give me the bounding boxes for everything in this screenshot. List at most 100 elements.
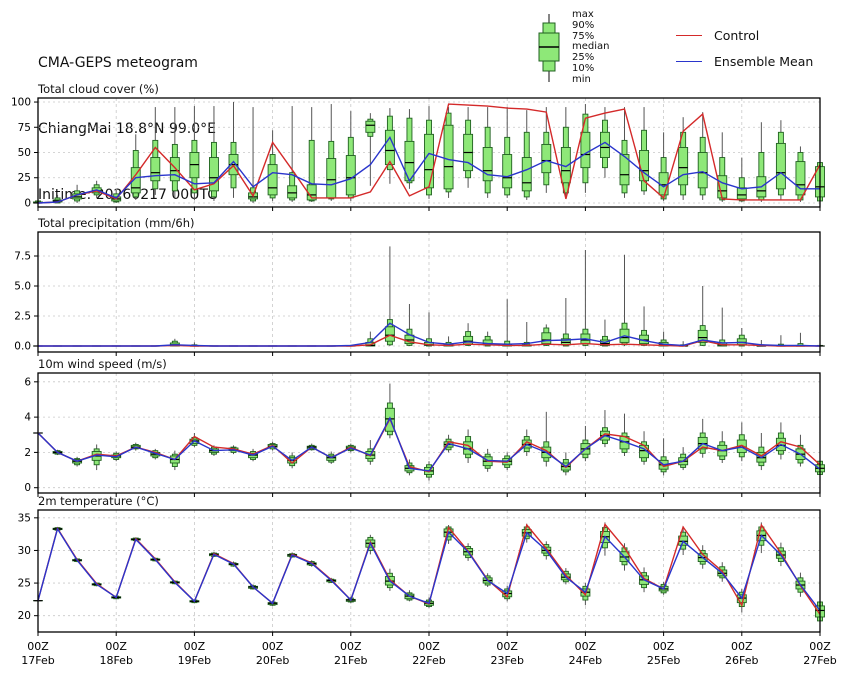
x-tick-label: 19Feb (178, 654, 211, 667)
box-plot-step (307, 107, 316, 202)
x-tick-label: 22Feb (412, 654, 445, 667)
box-plot-step (346, 111, 355, 201)
box-plot-step (757, 122, 766, 202)
box-plot-step (776, 335, 785, 346)
box-plot-step (522, 110, 531, 200)
x-tick-label: 25Feb (647, 654, 680, 667)
p25-p75-box (503, 155, 512, 188)
box-plot-step (776, 422, 785, 459)
x-tick-label: 00Z (731, 640, 753, 653)
y-tick-label: 7.5 (14, 251, 31, 263)
y-tick-label: 50 (18, 147, 31, 159)
box-plot-step (405, 304, 414, 346)
box-plot-step (464, 107, 473, 188)
box-plot-step (620, 255, 629, 346)
box-plot-step (698, 419, 707, 458)
y-tick-label: 4 (24, 412, 31, 424)
y-tick-label: 2 (24, 447, 31, 459)
box-plot-step (131, 134, 140, 200)
y-tick-label: 6 (24, 376, 31, 388)
x-tick-label: 17Feb (21, 654, 54, 667)
x-tick-label: 00Z (575, 640, 597, 653)
p25-p75-box (268, 165, 277, 195)
box-plot-step (737, 158, 746, 202)
y-tick-label: 0 (24, 197, 31, 209)
box-plot-step (444, 107, 453, 198)
panel-total-precipitation: 0.02.55.07.5 (14, 232, 824, 356)
panel-total-cloud-cover: 0 25 50 75 100 (11, 97, 825, 211)
y-tick-label: 75 (18, 122, 31, 134)
x-tick-label: 00Z (418, 640, 440, 653)
x-tick-label: 20Feb (256, 654, 289, 667)
y-tick-label: 30 (18, 545, 31, 557)
p25-p75-box (170, 158, 179, 181)
p25-p75-box (679, 147, 688, 184)
p25-p75-box (796, 162, 805, 195)
x-tick-label: 23Feb (490, 654, 523, 667)
box-plot-step (366, 113, 375, 186)
p25-p75-box (698, 153, 707, 188)
box-plot-step (600, 410, 609, 447)
box-plot-step (92, 444, 101, 470)
box-plot-step (522, 322, 531, 346)
box-plot-step (385, 384, 394, 439)
p25-p75-box (288, 186, 297, 198)
p25-p75-box (581, 132, 590, 167)
box-plot-step (366, 440, 375, 465)
box-plot-step (679, 117, 688, 200)
x-tick-label: 00Z (27, 640, 49, 653)
box-plot-step (209, 106, 218, 201)
x-tick-label: 00Z (340, 640, 362, 653)
y-tick-label: 0.0 (14, 341, 31, 353)
box-plot-step (776, 120, 785, 200)
box-plot-step (718, 308, 727, 346)
y-tick-label: 35 (18, 512, 31, 524)
meteogram-figure: CMA-GEPS meteogram ChiangMai 18.8°N 99.0… (0, 0, 841, 680)
box-plot-step (796, 333, 805, 346)
x-tick-label: 00Z (653, 640, 675, 653)
p25-p75-box (209, 158, 218, 191)
y-tick-label: 20 (18, 610, 31, 622)
box-plot-step (268, 130, 277, 201)
x-tick-label: 18Feb (99, 654, 132, 667)
x-tick-label: 00Z (809, 640, 831, 653)
p25-p75-box (385, 130, 394, 164)
box-plot-step (757, 433, 766, 470)
box-plot-step (620, 414, 629, 456)
p25-p75-box (542, 333, 551, 344)
box-plot-step (385, 246, 394, 346)
x-tick-label: 21Feb (334, 654, 367, 667)
p25-p75-box (385, 327, 394, 341)
box-plot-step (503, 299, 512, 346)
x-tick-label: 00Z (262, 640, 284, 653)
y-tick-label: 25 (18, 172, 31, 184)
box-plot-step (229, 102, 238, 198)
box-plot-step (542, 107, 551, 193)
y-tick-label: 2.5 (14, 311, 31, 323)
p25-p75-box (522, 158, 531, 191)
x-tick-label: 26Feb (725, 654, 758, 667)
box-plot-step (483, 107, 492, 198)
y-tick-label: 0 (24, 482, 31, 494)
p25-p75-box (464, 336, 473, 344)
p25-p75-box (346, 156, 355, 195)
x-tick-label: 24Feb (569, 654, 602, 667)
p25-p75-box (444, 125, 453, 189)
x-axis-labels: 00Z17Feb00Z18Feb00Z19Feb00Z20Feb00Z21Feb… (21, 640, 836, 667)
y-tick-label: 25 (18, 578, 31, 590)
box-plot-step (718, 132, 727, 202)
box-plot-step (581, 426, 590, 461)
box-plot-step (288, 106, 297, 202)
box-plot-step (542, 324, 551, 346)
box-plot-step (659, 132, 668, 201)
box-plot-step (718, 431, 727, 463)
p25-p75-box (640, 150, 649, 180)
p25-p75-box (327, 159, 336, 198)
y-tick-label: 100 (11, 97, 31, 109)
box-plot-step (581, 250, 590, 346)
box-plot-step (737, 422, 746, 461)
x-tick-label: 00Z (105, 640, 127, 653)
panel-temperature: 20 25 30 35 (18, 510, 825, 636)
p25-p75-box (776, 143, 785, 188)
p25-p75-box (366, 121, 375, 132)
